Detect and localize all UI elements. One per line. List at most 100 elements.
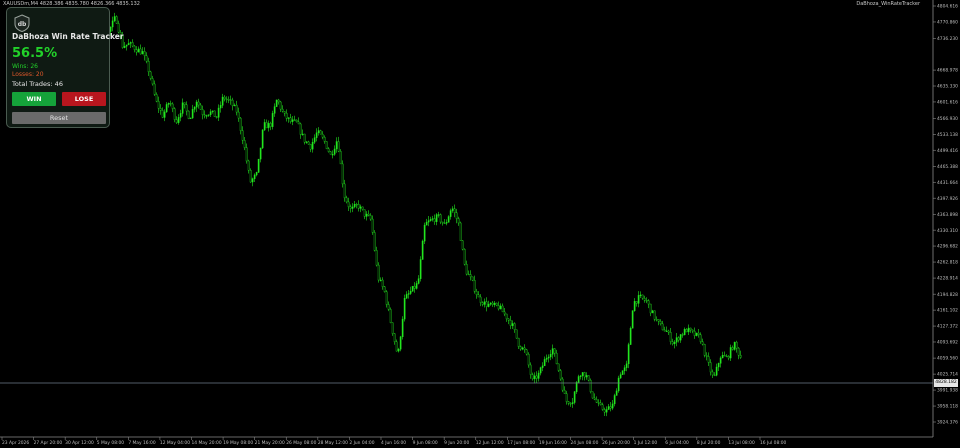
candle-body <box>233 104 236 107</box>
candle-body <box>493 302 496 305</box>
candle-body <box>613 395 616 405</box>
candle-body <box>651 310 654 314</box>
candle-body <box>573 391 576 403</box>
candle-body <box>435 214 438 222</box>
candle-body <box>221 96 224 106</box>
time-tick-label: 14 May 20:00 <box>192 440 222 446</box>
lose-button[interactable]: LOSE <box>62 92 106 106</box>
candle-body <box>589 379 592 392</box>
candle-body <box>321 133 324 138</box>
candle-body <box>505 313 508 320</box>
candle-body <box>459 222 462 241</box>
time-tick-label: 7 May 16:00 <box>128 440 156 446</box>
candle-body <box>519 346 522 350</box>
candle-body <box>465 264 468 275</box>
candle-body <box>367 213 370 216</box>
candle-body <box>145 55 148 62</box>
candle-body <box>223 96 226 100</box>
candle-body <box>691 329 694 332</box>
candle-body <box>705 355 708 357</box>
candle-body <box>257 158 260 173</box>
candle-body <box>373 232 376 251</box>
candle-body <box>123 46 126 48</box>
candle-body <box>375 250 378 266</box>
candle-body <box>593 397 596 400</box>
candle-body <box>703 344 706 356</box>
candle-body <box>501 305 504 313</box>
candle-body <box>609 406 612 409</box>
candle-body <box>409 291 412 294</box>
candle-body <box>291 119 294 122</box>
candle-body <box>185 104 188 112</box>
candle-body <box>549 354 552 358</box>
candle-body <box>541 365 544 368</box>
candle-body <box>227 99 230 101</box>
candle-body <box>503 311 506 315</box>
candle-body <box>477 294 480 298</box>
price-tick-label: 4296.682 <box>937 244 958 250</box>
candle-body <box>619 374 622 379</box>
candle-body <box>479 296 482 303</box>
price-tick-label: 4228.914 <box>937 276 958 282</box>
candle-body <box>709 362 712 373</box>
candle-body <box>579 375 582 377</box>
candle-body <box>403 298 406 320</box>
candle-body <box>453 208 456 213</box>
time-tick-label: 1 Jul 12:00 <box>634 440 658 446</box>
candle-body <box>253 174 256 179</box>
candle-body <box>721 355 724 359</box>
win-button[interactable]: WIN <box>12 92 56 106</box>
candle-body <box>165 104 168 113</box>
candle-body <box>193 106 196 110</box>
candle-body <box>729 347 732 359</box>
candle-body <box>629 328 632 345</box>
candle-body <box>293 119 296 121</box>
candle-body <box>389 309 392 323</box>
candle-body <box>325 141 328 149</box>
candle-body <box>631 310 634 329</box>
candle-body <box>645 300 648 302</box>
candle-body <box>539 367 542 374</box>
candle-body <box>669 332 672 342</box>
candle-body <box>209 111 212 115</box>
tracker-title: DaBhoza Win Rate Tracker <box>12 32 124 41</box>
candle-body <box>427 220 430 223</box>
price-chart[interactable]: 4804.616 4770.860 4736.230 4668.978 4635.330… <box>0 0 960 448</box>
candle-body <box>533 375 536 380</box>
candle-body <box>731 347 734 350</box>
candle-body <box>529 364 532 375</box>
candle-body <box>205 115 208 117</box>
candle-body <box>213 110 216 117</box>
candle-body <box>485 301 488 307</box>
candle-body <box>699 334 702 342</box>
price-tick-label: 4059.560 <box>937 356 958 362</box>
losses-count: Losses: 20 <box>12 71 44 78</box>
price-tick-label: 4499.416 <box>937 148 958 154</box>
candle-body <box>417 278 420 284</box>
candle-body <box>615 390 618 396</box>
candle-body <box>635 301 638 304</box>
candle-body <box>207 114 210 116</box>
candle-body <box>133 45 136 50</box>
time-tick-label: 19 Jun 16:00 <box>539 440 567 446</box>
time-tick-label: 19 May 08:00 <box>223 440 253 446</box>
reset-button[interactable]: Reset <box>12 112 106 124</box>
time-tick-label: 24 Jun 08:00 <box>571 440 599 446</box>
candle-body <box>111 20 114 28</box>
candle-body <box>547 356 550 359</box>
price-tick-label: 4668.978 <box>937 68 958 74</box>
candle-body <box>347 201 350 208</box>
candle-body <box>717 363 720 368</box>
candle-body <box>475 291 478 296</box>
candle-body <box>255 172 258 176</box>
win-rate-value: 56.5% <box>12 46 58 61</box>
candle-body <box>675 337 678 343</box>
candle-body <box>661 323 664 331</box>
candle-body <box>225 98 228 100</box>
candle-body <box>125 44 128 47</box>
candle-body <box>305 141 308 143</box>
candle-body <box>311 142 314 150</box>
candle-body <box>217 107 220 118</box>
candle-body <box>333 148 336 155</box>
candle-body <box>665 330 668 332</box>
